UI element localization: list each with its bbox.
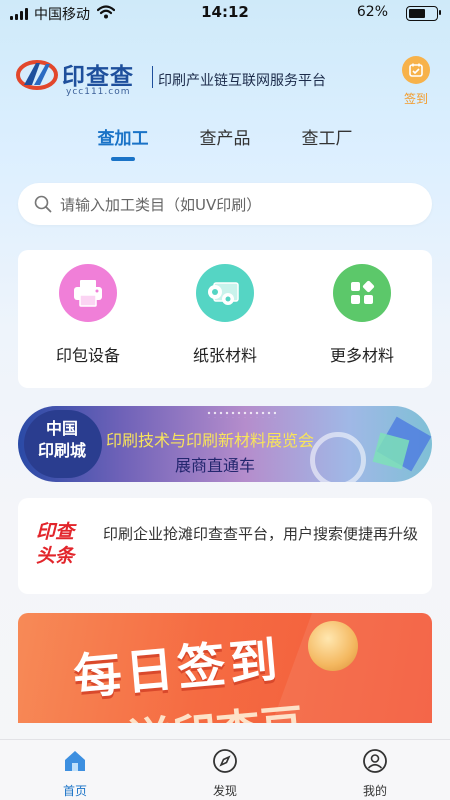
expo-title: 印刷技术与印刷新材料展览会 <box>106 431 315 450</box>
logo-divider <box>152 66 153 88</box>
nav-label: 发现 <box>212 784 237 798</box>
category-label: 纸张材料 <box>192 346 257 365</box>
app-header: 印查查 ycc111.com 印刷产业链互联网服务平台 签到 <box>16 52 450 106</box>
expo-badge-line1: 中国 <box>45 419 78 438</box>
brand-domain: ycc111.com <box>66 87 131 97</box>
printer-icon <box>59 264 117 322</box>
news-headline[interactable]: 印刷企业抢滩印查查平台，用户搜索便捷再升级 <box>103 522 418 546</box>
tab-process[interactable]: 查加工 <box>98 124 149 149</box>
category-more-materials[interactable]: 更多材料 <box>302 264 422 366</box>
battery-percent: 62% <box>356 4 388 20</box>
nav-label: 我的 <box>362 784 387 798</box>
daily-checkin-banner[interactable]: 每日签到 送印查豆 <box>18 613 432 723</box>
brand-slogan: 印刷产业链互联网服务平台 <box>158 73 326 89</box>
nav-home[interactable]: 首页 <box>35 748 115 799</box>
news-logo-line1: 印查 <box>36 521 75 543</box>
calendar-check-icon <box>402 56 430 84</box>
news-logo: 印查 头条 <box>36 520 74 568</box>
signin-label: 签到 <box>403 92 428 106</box>
signin-button[interactable]: 签到 <box>396 56 436 107</box>
coin-icon <box>308 621 358 671</box>
active-tab-indicator <box>111 157 135 161</box>
home-icon <box>65 751 85 771</box>
search-input[interactable]: 请输入加工类目（如UV印刷） <box>18 183 432 225</box>
user-icon <box>363 749 387 773</box>
banner-dots-decoration <box>206 410 276 418</box>
paper-roll-icon <box>196 264 254 322</box>
status-bar: 中国移动 14:12 62% <box>0 0 450 26</box>
category-printing-equipment[interactable]: 印包设备 <box>28 264 148 366</box>
tab-factory[interactable]: 查工厂 <box>302 124 353 149</box>
category-label: 更多材料 <box>329 346 394 365</box>
search-mode-tabs: 查加工 查产品 查工厂 <box>0 124 450 164</box>
tab-product[interactable]: 查产品 <box>200 124 251 149</box>
search-placeholder: 请输入加工类目（如UV印刷） <box>60 196 262 214</box>
banner-ring-decoration <box>310 432 366 482</box>
news-card[interactable]: 印查 头条 印刷企业抢滩印查查平台，用户搜索便捷再升级 <box>18 498 432 594</box>
expo-badge-line2: 印刷城 <box>37 441 86 460</box>
nav-discover[interactable]: 发现 <box>185 748 265 799</box>
expo-banner[interactable]: 中国 印刷城 印刷技术与印刷新材料展览会 展商直通车 <box>18 406 432 482</box>
brand-name: 印查查 <box>62 64 134 90</box>
nav-profile[interactable]: 我的 <box>335 748 415 799</box>
expo-badge-text: 中国 印刷城 <box>31 418 93 462</box>
brand-logo-icon <box>16 60 58 90</box>
search-icon <box>34 195 52 213</box>
category-label: 印包设备 <box>55 346 120 365</box>
battery-icon <box>406 6 441 21</box>
grid-more-icon <box>333 264 391 322</box>
bottom-navigation: 首页 发现 我的 <box>0 739 450 800</box>
expo-subtitle: 展商直通车 <box>175 456 256 475</box>
nav-label: 首页 <box>62 784 87 798</box>
category-paper-materials[interactable]: 纸张材料 <box>165 264 285 366</box>
category-card: 印包设备 纸张材料 更多材料 <box>18 250 432 388</box>
news-logo-line2: 头条 <box>36 545 75 567</box>
compass-icon <box>213 749 237 773</box>
